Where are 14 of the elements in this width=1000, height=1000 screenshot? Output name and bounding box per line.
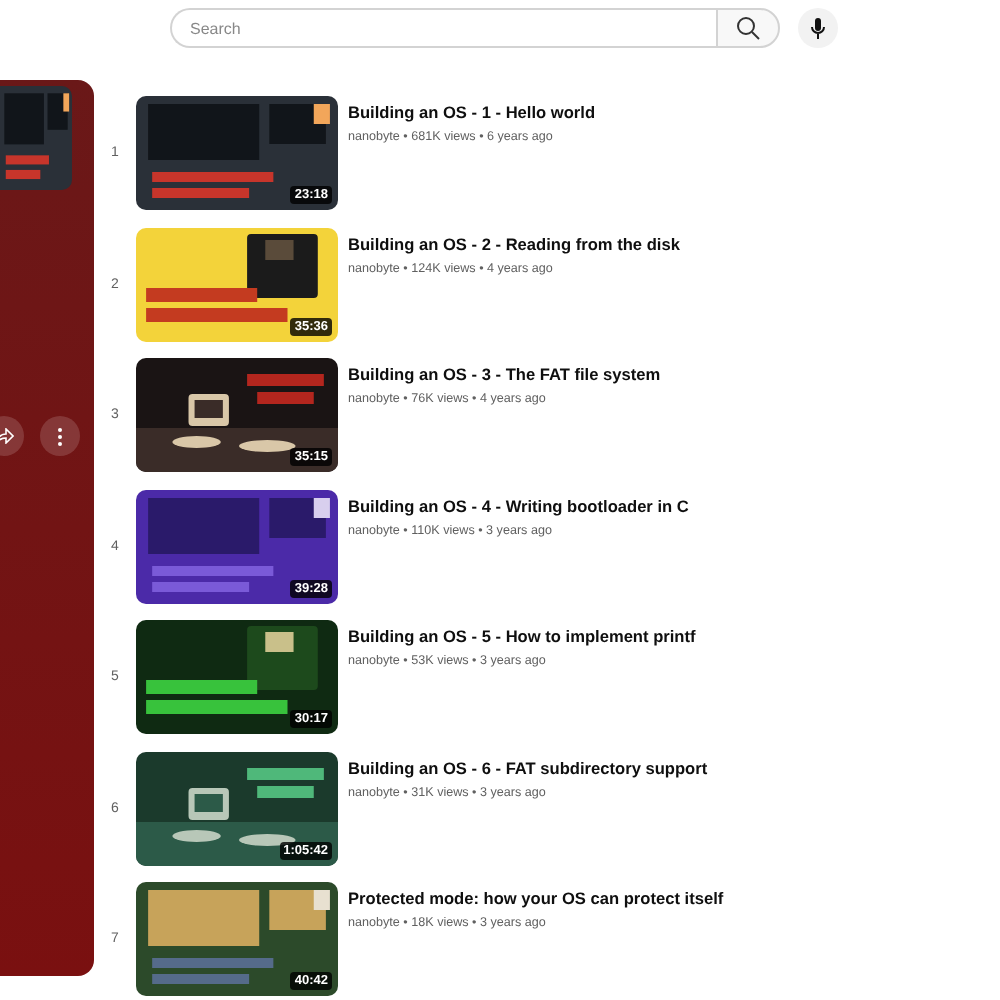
more-button[interactable] [40, 416, 80, 456]
video-title[interactable]: Building an OS - 6 - FAT subdirectory support [348, 757, 708, 777]
video-title[interactable]: Building an OS - 4 - Writing bootloader in C [348, 495, 689, 515]
video-title[interactable]: Building an OS - 5 - How to implement printf [348, 626, 696, 646]
video-title[interactable]: Building an OS - 1 - Hello world [348, 102, 596, 122]
search-field[interactable]: Search [170, 8, 716, 48]
video-title[interactable]: Building an OS - 3 - The FAT file system [348, 364, 661, 384]
search-icon [736, 16, 760, 40]
video-title[interactable]: Building an OS - 2 - Reading from the disk [348, 233, 680, 253]
video-title[interactable]: Protected mode: how your OS can protect itself [348, 888, 724, 908]
search-button[interactable] [716, 8, 780, 48]
microphone-button[interactable] [798, 8, 838, 48]
microphone-icon [810, 17, 826, 39]
share-icon [0, 428, 14, 444]
